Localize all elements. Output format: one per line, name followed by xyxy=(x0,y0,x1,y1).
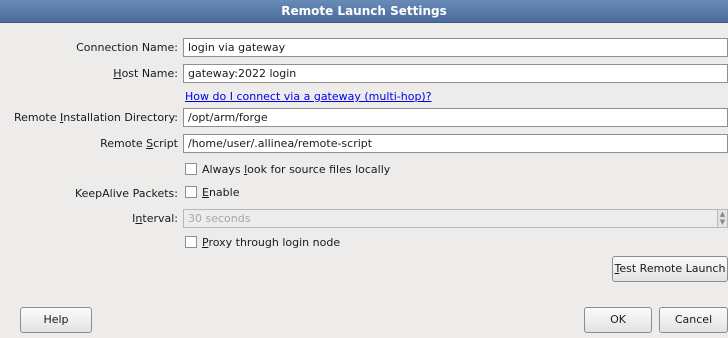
host-name-input[interactable]: gateway:2022 login xyxy=(183,64,728,83)
help-button[interactable]: Help xyxy=(20,307,92,333)
checkbox-box[interactable] xyxy=(185,163,197,175)
interval-label: Interval: xyxy=(132,212,178,225)
remote-installation-directory-input[interactable]: /opt/arm/forge xyxy=(183,108,728,127)
gateway-help-link[interactable]: How do I connect via a gateway (multi-ho… xyxy=(185,89,432,105)
checkbox-box[interactable] xyxy=(185,236,197,248)
keepalive-enable-checkbox[interactable]: Enable xyxy=(185,185,239,201)
interval-spin-buttons[interactable]: ▲ ▼ xyxy=(718,209,728,228)
remote-launch-settings-dialog: Remote Launch Settings Connection Name: … xyxy=(0,0,728,338)
interval-spinbox[interactable]: 30 seconds xyxy=(183,209,718,228)
dialog-title: Remote Launch Settings xyxy=(281,4,447,18)
always-look-locally-checkbox[interactable]: Always look for source files locally xyxy=(185,162,390,178)
remote-script-input[interactable]: /home/user/.allinea/remote-script xyxy=(183,134,728,153)
host-name-label: Host Name: xyxy=(113,67,178,80)
keepalive-packets-label: KeepAlive Packets: xyxy=(74,187,178,200)
dialog-title-bar: Remote Launch Settings xyxy=(0,0,728,23)
test-remote-launch-button[interactable]: Test Remote Launch xyxy=(612,256,728,282)
remote-installation-directory-label: Remote Installation Directory: xyxy=(14,111,178,124)
cancel-button[interactable]: Cancel xyxy=(659,307,728,333)
proxy-login-node-checkbox[interactable]: Proxy through login node xyxy=(185,235,340,251)
checkbox-box[interactable] xyxy=(185,186,197,198)
remote-script-label: Remote Script xyxy=(100,137,178,150)
spin-down-icon[interactable]: ▼ xyxy=(718,218,727,226)
ok-button[interactable]: OK xyxy=(584,307,652,333)
spin-up-icon[interactable]: ▲ xyxy=(718,210,727,218)
connection-name-input[interactable]: login via gateway xyxy=(183,38,728,57)
connection-name-label: Connection Name: xyxy=(76,41,178,54)
